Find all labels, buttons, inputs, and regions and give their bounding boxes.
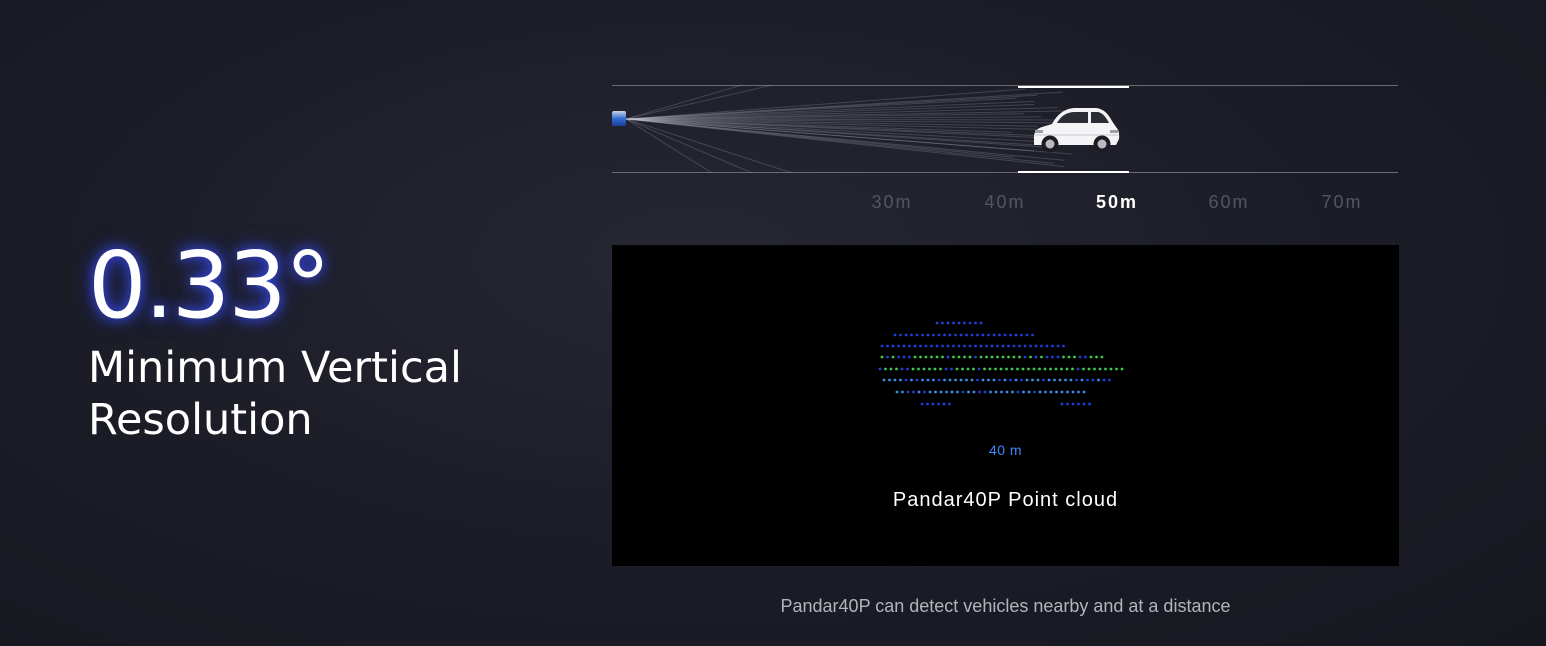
lidar-beam-illustration [612,85,1398,173]
distance-tick-30m[interactable]: 30m [862,192,922,213]
lidar-sensor-icon [612,111,626,126]
distance-tick-40m[interactable]: 40m [975,192,1035,213]
point-cloud-panel: 40 m Pandar40P Point cloud [612,245,1399,566]
caption: Pandar40P can detect vehicles nearby and… [612,596,1399,617]
spec-block: 0.33° Minimum Vertical Resolution [88,236,508,446]
suv-car-icon [1030,103,1122,162]
point-cloud-distance-label: 40 m [612,442,1399,458]
point-cloud-dots [612,245,1399,566]
distance-tick-70m[interactable]: 70m [1312,192,1372,213]
laser-beams [612,85,1398,173]
distance-tick-50m[interactable]: 50m [1087,192,1147,213]
distance-tick-60m[interactable]: 60m [1199,192,1259,213]
point-cloud-title: Pandar40P Point cloud [612,489,1399,512]
spec-value: 0.33° [88,236,508,336]
distance-scale: 30m 40m 50m 60m 70m [612,192,1398,216]
spec-label: Minimum Vertical Resolution [88,342,508,446]
